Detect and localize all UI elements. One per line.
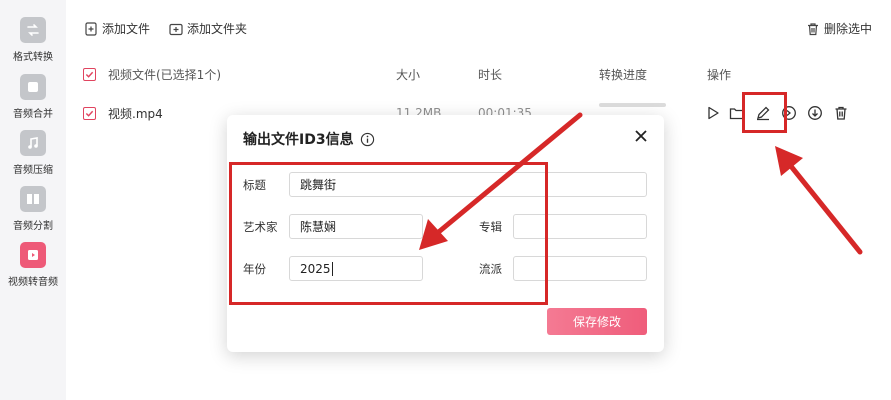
sidebar-item-label: 音频合并 (13, 109, 53, 120)
format-convert-icon (20, 17, 46, 43)
info-icon[interactable] (360, 132, 375, 147)
download-button[interactable] (806, 104, 824, 122)
trash-icon (808, 22, 818, 35)
checkbox (83, 67, 96, 81)
check-icon (85, 71, 94, 78)
close-icon[interactable] (634, 129, 648, 143)
column-header-size: 大小 (396, 67, 421, 82)
add-file-icon (85, 21, 97, 36)
download-icon (808, 106, 822, 120)
sidebar-item-label: 音频分割 (13, 221, 53, 232)
checkbox (83, 106, 96, 120)
row-progress-bar (599, 103, 666, 107)
sidebar-item-audio-merge[interactable]: 音频合并 (0, 74, 66, 120)
add-file-button[interactable]: 添加文件 (84, 20, 150, 37)
column-header-actions: 操作 (707, 67, 732, 82)
annotation-edit-box (742, 92, 787, 133)
play-icon (708, 106, 719, 120)
audio-compress-icon (20, 130, 46, 156)
audio-merge-icon (20, 74, 46, 100)
column-header-progress: 转换进度 (599, 67, 648, 82)
sidebar-item-label: 格式转换 (13, 52, 53, 63)
sidebar-item-audio-split[interactable]: 音频分割 (0, 186, 66, 232)
row-checkbox[interactable] (83, 99, 96, 127)
select-all-checkbox[interactable] (83, 60, 96, 88)
trash-icon (835, 106, 847, 120)
add-folder-button[interactable]: 添加文件夹 (169, 20, 247, 37)
sidebar: 格式转换 音频合并 音频压缩 音频分割 视频转音频 (0, 0, 66, 400)
play-button[interactable] (704, 104, 722, 122)
modal-title-text: 输出文件ID3信息 (243, 132, 354, 148)
sidebar-item-format-convert[interactable]: 格式转换 (0, 17, 66, 63)
progress-fill (599, 103, 666, 107)
add-folder-label: 添加文件夹 (187, 22, 248, 36)
modal-title: 输出文件ID3信息 (243, 129, 375, 149)
column-header-name: 视频文件(已选择1个) (108, 67, 221, 82)
sidebar-item-video-to-audio[interactable]: 视频转音频 (0, 242, 66, 288)
column-header-duration: 时长 (478, 67, 503, 82)
annotation-fields-box (229, 162, 548, 305)
add-folder-icon (169, 23, 183, 35)
add-file-label: 添加文件 (102, 22, 151, 36)
audio-split-icon (20, 186, 46, 212)
check-icon (85, 110, 94, 117)
delete-row-button[interactable] (832, 104, 850, 122)
row-file-name: 视频.mp4 (108, 106, 163, 121)
sidebar-item-audio-compress[interactable]: 音频压缩 (0, 130, 66, 176)
delete-selected-label: 删除选中 (824, 22, 873, 36)
sidebar-item-label: 视频转音频 (8, 277, 58, 288)
save-changes-button[interactable]: 保存修改 (547, 308, 647, 335)
delete-selected-button[interactable]: 删除选中 (806, 20, 872, 37)
video-to-audio-icon (20, 242, 46, 268)
sidebar-item-label: 音频压缩 (13, 165, 53, 176)
